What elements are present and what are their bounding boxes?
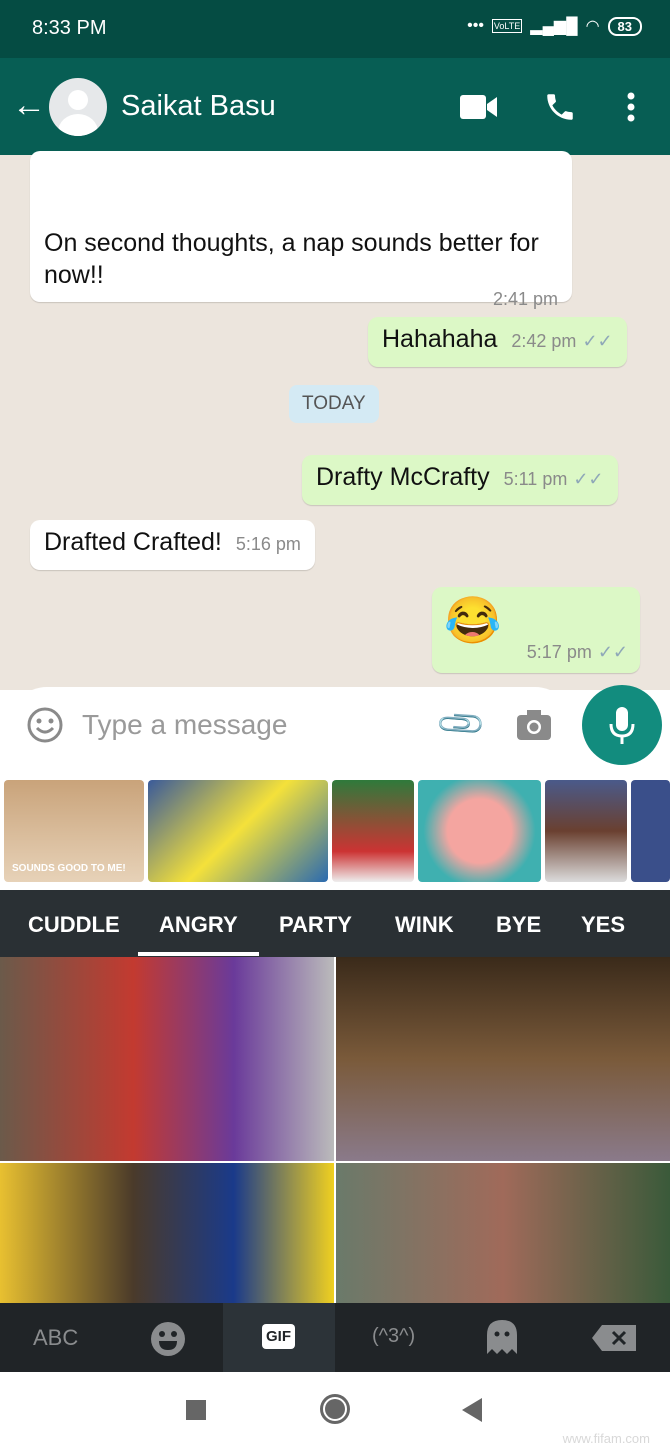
gif-thumbnail[interactable] [332,780,414,882]
message-outgoing[interactable]: 😂 5:17 pm ✓✓ [432,587,640,673]
gif-thumbnail[interactable] [631,780,670,882]
gif-thumbnail[interactable] [418,780,541,882]
gif-result[interactable] [336,1163,670,1303]
mic-icon [609,707,635,744]
more-options-icon[interactable] [626,92,636,122]
message-time: 5:11 pm [503,469,568,489]
message-outgoing[interactable]: Hahahaha 2:42 pm ✓✓ [368,317,627,367]
status-bar: 8:33 PM ••• VoLTE ▂▄▆█ ◠ 83 [0,0,670,58]
status-time: 8:33 PM [32,17,107,39]
volte-icon: VoLTE [491,19,523,33]
system-nav-bar: www.fifam.com [0,1372,670,1452]
message-text: Hahahaha [382,325,498,353]
message-text: Drafty McCrafty [316,463,490,491]
gif-suggestion-strip: SOUNDS GOOD TO ME! [0,778,670,886]
wifi-icon: ◠ [585,18,600,35]
message-incoming[interactable]: On second thoughts, a nap sounds better … [30,151,572,309]
gif-result[interactable] [336,957,670,1161]
attach-icon[interactable]: 📎 [433,696,488,751]
message-outgoing[interactable]: Drafty McCrafty 5:11 pm ✓✓ [302,455,618,505]
gif-thumbnail[interactable] [148,780,328,882]
message-input[interactable]: Type a message 📎 [9,687,573,763]
tab-wink[interactable]: WINK [395,912,454,938]
gif-caption: SOUNDS GOOD TO ME! [12,863,126,874]
keyboard-bottom-bar: ABC GIF (^3^) [0,1303,670,1373]
home-icon[interactable] [320,1394,350,1424]
abc-button[interactable]: ABC [33,1325,78,1351]
watermark: www.fifam.com [562,1431,650,1446]
signal-icon: ▂▄▆█ [530,18,578,35]
phone-icon[interactable] [543,90,577,124]
message-emoji: 😂 [444,594,502,646]
gif-result[interactable] [0,957,334,1161]
message-text: On second thoughts, a nap sounds better … [44,229,539,289]
message-time: 2:42 pm [511,331,577,351]
sticker-ghost-icon[interactable] [486,1319,518,1355]
recents-icon[interactable] [186,1400,206,1420]
gif-category-tabs: CUDDLE ANGRY PARTY WINK BYE YES [0,890,670,957]
back-arrow-icon[interactable]: ← [12,86,46,125]
gif-grid [0,957,670,1303]
gif-icon: GIF [262,1324,295,1349]
kaomoji-tab[interactable]: (^3^) [372,1325,415,1348]
gif-thumbnail[interactable]: SOUNDS GOOD TO ME! [4,780,144,882]
message-incoming[interactable]: Drafted Crafted! 5:16 pm [30,520,315,570]
more-notifications-icon: ••• [467,17,484,34]
contact-name[interactable]: Saikat Basu [121,90,276,123]
camera-icon[interactable] [516,709,552,741]
tab-bye[interactable]: BYE [496,912,541,938]
active-tab-indicator [138,952,259,956]
battery-icon: 83 [607,16,642,36]
tab-angry[interactable]: ANGRY [159,912,238,938]
tab-cuddle[interactable]: CUDDLE [28,912,120,938]
double-check-icon: ✓✓ [597,642,628,662]
chat-header: ← Saikat Basu [0,58,670,155]
gif-result[interactable] [0,1163,334,1303]
message-time: 2:41 pm [492,289,558,309]
double-check-icon: ✓✓ [582,331,613,351]
message-time: 5:16 pm [235,534,301,554]
avatar[interactable] [49,78,107,136]
gif-tab[interactable]: GIF [223,1303,335,1373]
message-placeholder: Type a message [82,709,288,740]
tab-party[interactable]: PARTY [279,912,352,938]
chat-area: On second thoughts, a nap sounds better … [0,151,670,690]
backspace-icon[interactable] [592,1325,636,1351]
double-check-icon: ✓✓ [573,469,604,489]
mic-button[interactable] [582,685,662,765]
video-call-icon[interactable] [460,95,498,119]
emoji-tab-icon[interactable] [150,1321,186,1357]
emoji-icon[interactable] [26,706,64,744]
back-nav-icon[interactable] [462,1398,482,1422]
message-text: Drafted Crafted! [44,528,222,556]
date-divider: TODAY [289,385,379,423]
message-time: 5:17 pm [526,642,592,662]
tab-yes[interactable]: YES [581,912,625,938]
gif-thumbnail[interactable] [545,780,627,882]
